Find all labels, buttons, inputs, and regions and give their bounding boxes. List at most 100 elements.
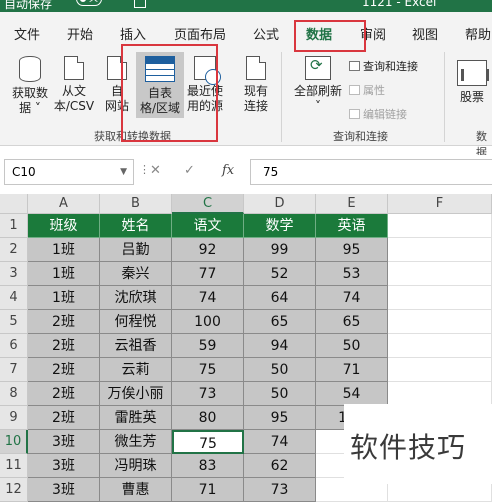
column-header-c[interactable]: C: [172, 194, 244, 214]
column-header-b[interactable]: B: [100, 194, 172, 214]
existing-connections-button[interactable]: 现有 连接: [236, 56, 276, 114]
active-cell[interactable]: 75: [172, 430, 244, 454]
name-box[interactable]: C10 ▼: [4, 159, 134, 185]
insert-function-icon[interactable]: fx: [222, 163, 234, 178]
table-header-cell[interactable]: 英语: [316, 214, 388, 238]
edit-links-button[interactable]: 编辑链接: [349, 106, 407, 122]
table-cell[interactable]: 沈欣琪: [100, 286, 172, 310]
table-cell[interactable]: 冯明珠: [100, 454, 172, 478]
row-header-9[interactable]: 9: [0, 406, 28, 430]
table-cell[interactable]: 62: [244, 454, 316, 478]
row-header-8[interactable]: 8: [0, 382, 28, 406]
table-cell[interactable]: 65: [316, 310, 388, 334]
table-cell[interactable]: 100: [172, 310, 244, 334]
stocks-button[interactable]: 股票: [452, 60, 492, 105]
row-header-4[interactable]: 4: [0, 286, 28, 310]
table-cell[interactable]: 71: [316, 358, 388, 382]
formula-input[interactable]: 75: [250, 159, 492, 185]
table-cell[interactable]: 73: [244, 478, 316, 502]
table-cell[interactable]: 吕勤: [100, 238, 172, 262]
more-options-icon[interactable]: ⋮: [139, 163, 150, 176]
table-cell[interactable]: 83: [172, 454, 244, 478]
table-cell[interactable]: 云莉: [100, 358, 172, 382]
queries-connections-button[interactable]: 查询和连接: [349, 58, 418, 74]
empty-cell[interactable]: [388, 262, 492, 286]
table-cell[interactable]: 50: [316, 334, 388, 358]
row-header-6[interactable]: 6: [0, 334, 28, 358]
table-cell[interactable]: 3班: [28, 430, 100, 454]
table-cell[interactable]: 53: [316, 262, 388, 286]
refresh-all-button[interactable]: 全部刷新 ˅: [290, 56, 346, 114]
table-cell[interactable]: 94: [244, 334, 316, 358]
table-cell[interactable]: 59: [172, 334, 244, 358]
tab-formulas[interactable]: 公式: [253, 24, 279, 43]
table-cell[interactable]: 74: [172, 286, 244, 310]
table-cell[interactable]: 2班: [28, 406, 100, 430]
table-cell[interactable]: 1班: [28, 262, 100, 286]
table-cell[interactable]: 云祖香: [100, 334, 172, 358]
row-header-2[interactable]: 2: [0, 238, 28, 262]
table-cell[interactable]: 2班: [28, 310, 100, 334]
tab-page-layout[interactable]: 页面布局: [174, 24, 226, 43]
tab-insert[interactable]: 插入: [120, 24, 146, 43]
table-cell[interactable]: 77: [172, 262, 244, 286]
empty-cell[interactable]: [388, 310, 492, 334]
table-cell[interactable]: 74: [316, 286, 388, 310]
table-cell[interactable]: 65: [244, 310, 316, 334]
empty-cell[interactable]: [388, 334, 492, 358]
table-cell[interactable]: 50: [244, 358, 316, 382]
table-cell[interactable]: 95: [316, 238, 388, 262]
cancel-icon[interactable]: ✕: [150, 163, 161, 178]
table-cell[interactable]: 1班: [28, 286, 100, 310]
table-header-cell[interactable]: 姓名: [100, 214, 172, 238]
table-cell[interactable]: 95: [244, 406, 316, 430]
table-cell[interactable]: 2班: [28, 382, 100, 406]
column-header-a[interactable]: A: [28, 194, 100, 214]
table-cell[interactable]: 3班: [28, 454, 100, 478]
row-header-12[interactable]: 12: [0, 478, 28, 502]
from-text-csv-button[interactable]: 从文 本/CSV: [52, 56, 96, 114]
table-cell[interactable]: 2班: [28, 334, 100, 358]
table-cell[interactable]: 50: [244, 382, 316, 406]
empty-cell[interactable]: [388, 358, 492, 382]
table-cell[interactable]: 何程悦: [100, 310, 172, 334]
chevron-down-icon[interactable]: ▼: [120, 160, 127, 184]
table-header-cell[interactable]: 语文: [172, 214, 244, 238]
table-cell[interactable]: 雷胜英: [100, 406, 172, 430]
save-icon[interactable]: [134, 0, 146, 8]
table-cell[interactable]: 74: [244, 430, 316, 454]
tab-file[interactable]: 文件: [14, 24, 40, 43]
row-header-5[interactable]: 5: [0, 310, 28, 334]
table-cell[interactable]: 54: [316, 382, 388, 406]
table-header-cell[interactable]: 数学: [244, 214, 316, 238]
table-cell[interactable]: 52: [244, 262, 316, 286]
table-cell[interactable]: 75: [172, 358, 244, 382]
autosave-toggle[interactable]: 关: [76, 0, 102, 6]
empty-cell[interactable]: [388, 214, 492, 238]
row-header-1[interactable]: 1: [0, 214, 28, 238]
column-header-e[interactable]: E: [316, 194, 388, 214]
empty-cell[interactable]: [388, 286, 492, 310]
table-cell[interactable]: 71: [172, 478, 244, 502]
empty-cell[interactable]: [388, 382, 492, 406]
table-header-cell[interactable]: 班级: [28, 214, 100, 238]
table-cell[interactable]: 64: [244, 286, 316, 310]
table-cell[interactable]: 曹惠: [100, 478, 172, 502]
table-cell[interactable]: 73: [172, 382, 244, 406]
row-header-7[interactable]: 7: [0, 358, 28, 382]
tab-home[interactable]: 开始: [67, 24, 93, 43]
empty-cell[interactable]: [388, 238, 492, 262]
table-cell[interactable]: 3班: [28, 478, 100, 502]
row-header-3[interactable]: 3: [0, 262, 28, 286]
table-cell[interactable]: 80: [172, 406, 244, 430]
tab-view[interactable]: 视图: [412, 24, 438, 43]
table-cell[interactable]: 微生芳: [100, 430, 172, 454]
get-data-button[interactable]: 获取数 据 ˅: [8, 56, 52, 116]
row-header-11[interactable]: 11: [0, 454, 28, 478]
tab-help[interactable]: 帮助: [465, 24, 491, 43]
row-header-10[interactable]: 10: [0, 430, 28, 454]
table-cell[interactable]: 92: [172, 238, 244, 262]
enter-icon[interactable]: ✓: [184, 163, 195, 178]
select-all-corner[interactable]: [0, 194, 28, 214]
column-header-d[interactable]: D: [244, 194, 316, 214]
